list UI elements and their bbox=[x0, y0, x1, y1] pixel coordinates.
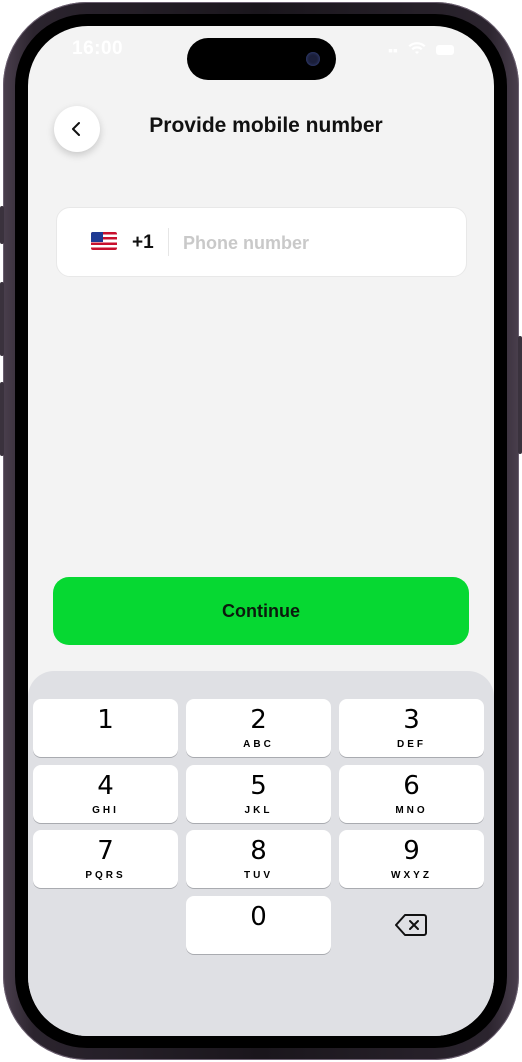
page-title: Provide mobile number bbox=[149, 114, 383, 137]
key-9[interactable]: 9 WXYZ bbox=[339, 830, 484, 888]
side-button bbox=[0, 206, 4, 244]
backspace-icon bbox=[395, 914, 427, 936]
side-button bbox=[0, 282, 4, 356]
key-8[interactable]: 8 TUV bbox=[186, 830, 331, 888]
key-3[interactable]: 3 DEF bbox=[339, 699, 484, 757]
key-2[interactable]: 2 ABC bbox=[186, 699, 331, 757]
key-0[interactable]: 0 bbox=[186, 896, 331, 954]
wifi-icon bbox=[408, 42, 426, 58]
status-icons: ▪▪ bbox=[388, 42, 454, 58]
battery-icon bbox=[436, 45, 454, 55]
field-divider bbox=[168, 228, 169, 256]
numeric-keypad: 1 2 ABC 3 DEF 4 GHI 5 JKL 6 MNO 7 PQRS 8 bbox=[28, 671, 494, 1036]
key-5[interactable]: 5 JKL bbox=[186, 765, 331, 823]
key-6[interactable]: 6 MNO bbox=[339, 765, 484, 823]
signal-icon: ▪▪ bbox=[388, 42, 398, 58]
status-time: 16:00 bbox=[72, 38, 124, 59]
key-4[interactable]: 4 GHI bbox=[33, 765, 178, 823]
app-screen: 16:00 ▪▪ Provide mobile number +1 Contin… bbox=[28, 26, 494, 1036]
side-button bbox=[518, 336, 522, 454]
country-dial-code[interactable]: +1 bbox=[132, 232, 154, 254]
key-7[interactable]: 7 PQRS bbox=[33, 830, 178, 888]
continue-button[interactable]: Continue bbox=[53, 577, 469, 645]
us-flag-icon[interactable] bbox=[91, 232, 117, 250]
phone-number-input[interactable] bbox=[181, 224, 455, 262]
phone-field: +1 bbox=[56, 207, 467, 277]
camera-icon bbox=[306, 52, 320, 66]
key-1[interactable]: 1 bbox=[33, 699, 178, 757]
dynamic-island bbox=[187, 38, 336, 80]
delete-key[interactable] bbox=[381, 903, 441, 947]
side-button bbox=[0, 382, 4, 456]
